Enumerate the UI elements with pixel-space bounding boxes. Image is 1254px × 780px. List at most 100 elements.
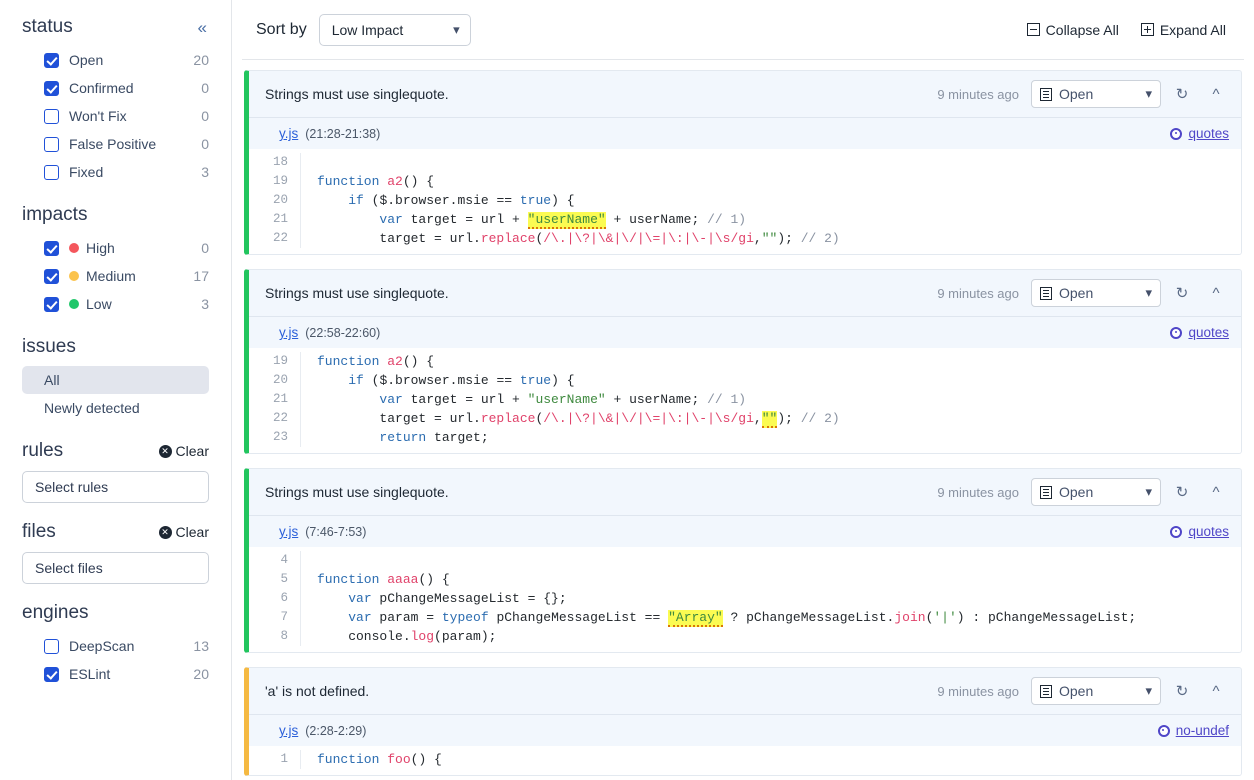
chevron-up-icon[interactable]: ^	[1203, 678, 1229, 704]
issue-file-link[interactable]: y.js	[279, 325, 298, 340]
sort-by-label: Sort by	[256, 20, 307, 38]
issue-rule-badge[interactable]: quotes	[1170, 524, 1229, 539]
line-code: target = url.replace(/\.|\?|\&|\/|\=|\:|…	[317, 231, 840, 246]
revert-icon[interactable]: ↻	[1169, 479, 1195, 505]
impact-count-low: 3	[201, 296, 209, 312]
line-number: 21	[249, 390, 301, 409]
code-snippet: 19 function a2() { 20 if ($.browser.msie …	[249, 348, 1241, 453]
code-line: 23 return target;	[249, 428, 1241, 447]
impact-count-high: 0	[201, 240, 209, 256]
checkbox-medium[interactable]	[44, 268, 59, 284]
revert-icon[interactable]: ↻	[1169, 678, 1195, 704]
status-filter-open[interactable]: Open 20	[22, 46, 209, 74]
checkbox-high[interactable]	[44, 240, 59, 256]
issue-rule-badge[interactable]: quotes	[1170, 126, 1229, 141]
code-snippet: 1 function foo() {	[249, 746, 1241, 775]
issue-status-value-group: Open	[1040, 86, 1093, 102]
code-line: 18	[249, 153, 1241, 172]
line-code: if ($.browser.msie == true) {	[348, 373, 575, 388]
line-number: 8	[249, 627, 301, 646]
engines-list: DeepScan 13 ESLint 20	[22, 632, 209, 688]
issue-highlight: "userName"	[527, 212, 606, 229]
issue-rule-badge[interactable]: quotes	[1170, 325, 1229, 340]
status-list: Open 20 Confirmed 0 Won't Fix 0 False Po…	[22, 46, 209, 186]
status-filter-false-positive[interactable]: False Positive 0	[22, 130, 209, 158]
issue-file-link[interactable]: y.js	[279, 126, 298, 141]
chevron-down-icon: ▾	[1145, 484, 1152, 499]
issue-rule-label: quotes	[1188, 126, 1229, 141]
status-filter-confirmed[interactable]: Confirmed 0	[22, 74, 209, 102]
status-label-false-positive: False Positive	[69, 136, 157, 152]
impacts-header: impacts	[22, 204, 209, 226]
code-line: 20 if ($.browser.msie == true) {	[249, 191, 1241, 210]
issue-range: (7:46-7:53)	[305, 524, 367, 539]
status-filter-wont-fix[interactable]: Won't Fix 0	[22, 102, 209, 130]
issues-list: All Newly detected	[22, 366, 209, 422]
chevrons-left-icon[interactable]: «	[196, 17, 209, 38]
engine-label-deepscan: DeepScan	[69, 638, 135, 654]
impact-filter-high[interactable]: High 0	[22, 234, 209, 262]
issue-file-link[interactable]: y.js	[279, 524, 298, 539]
collapse-all-button[interactable]: Collapse All	[1026, 22, 1119, 38]
issue-range: (2:28-2:29)	[305, 723, 367, 738]
issue-title: Strings must use singlequote.	[265, 86, 449, 102]
files-clear-button[interactable]: ✕ Clear	[158, 524, 209, 540]
checkbox-low[interactable]	[44, 296, 59, 312]
impacts-title: impacts	[22, 204, 88, 225]
chevron-up-icon[interactable]: ^	[1203, 479, 1229, 505]
checkbox-wont-fix[interactable]	[44, 108, 59, 124]
chevron-up-icon[interactable]: ^	[1203, 81, 1229, 107]
checkbox-deepscan[interactable]	[44, 638, 59, 654]
issue-status-select[interactable]: Open ▾	[1031, 677, 1161, 705]
issue-status-select[interactable]: Open ▾	[1031, 80, 1161, 108]
issue-rule-label: quotes	[1188, 325, 1229, 340]
issue-card-header: Strings must use singlequote. 9 minutes …	[249, 270, 1241, 316]
issues-list-scroll[interactable]: Strings must use singlequote. 9 minutes …	[232, 60, 1254, 780]
issue-status-value: Open	[1059, 484, 1094, 500]
engines-title: engines	[22, 602, 89, 623]
ring-icon	[1170, 326, 1183, 339]
issues-title: issues	[22, 336, 76, 357]
select-files-input[interactable]: Select files	[22, 552, 209, 584]
select-rules-input[interactable]: Select rules	[22, 471, 209, 503]
line-code: var target = url + "userName" + userName…	[379, 392, 747, 407]
line-code: console.log(param);	[317, 629, 497, 644]
checkbox-fixed[interactable]	[44, 164, 59, 180]
checkbox-eslint[interactable]	[44, 666, 59, 682]
sort-by-select[interactable]: Low Impact ▾	[318, 13, 471, 46]
impact-filter-medium[interactable]: Medium 17	[22, 262, 209, 290]
status-filter-fixed[interactable]: Fixed 3	[22, 158, 209, 186]
main-panel: Sort by Low Impact ▾ Collapse All Expand…	[232, 0, 1254, 780]
issue-status-select[interactable]: Open ▾	[1031, 478, 1161, 506]
issue-rule-badge[interactable]: no-undef	[1157, 723, 1229, 738]
chevron-up-icon[interactable]: ^	[1203, 280, 1229, 306]
rules-clear-label: Clear	[175, 443, 209, 459]
line-number: 19	[249, 172, 301, 191]
revert-icon[interactable]: ↻	[1169, 280, 1195, 306]
impact-filter-low[interactable]: Low 3	[22, 290, 209, 318]
engine-filter-deepscan[interactable]: DeepScan 13	[22, 632, 209, 660]
checkbox-false-positive[interactable]	[44, 136, 59, 152]
expand-all-button[interactable]: Expand All	[1140, 22, 1226, 38]
line-number: 18	[249, 153, 301, 172]
list-icon	[1040, 286, 1052, 300]
files-title: files	[22, 521, 56, 542]
issues-item-newly-detected[interactable]: Newly detected	[22, 394, 209, 422]
checkbox-confirmed[interactable]	[44, 80, 59, 96]
issues-item-all[interactable]: All	[22, 366, 209, 394]
rules-clear-button[interactable]: ✕ Clear	[158, 443, 209, 459]
checkbox-open[interactable]	[44, 52, 59, 68]
issue-status-value-group: Open	[1040, 484, 1093, 500]
code-line: 4	[249, 551, 1241, 570]
issue-card-subheader: y.js (2:28-2:29) no-undef	[249, 714, 1241, 746]
issue-status-select[interactable]: Open ▾	[1031, 279, 1161, 307]
engine-filter-eslint[interactable]: ESLint 20	[22, 660, 209, 688]
issues-toolbar: Sort by Low Impact ▾ Collapse All Expand…	[242, 0, 1244, 60]
list-icon	[1040, 485, 1052, 499]
issue-file-link[interactable]: y.js	[279, 723, 298, 738]
line-code: var param = typeof pChangeMessageList ==…	[348, 610, 1137, 627]
revert-icon[interactable]: ↻	[1169, 81, 1195, 107]
issue-card-header: Strings must use singlequote. 9 minutes …	[249, 71, 1241, 117]
issue-highlight: ""	[761, 411, 778, 428]
